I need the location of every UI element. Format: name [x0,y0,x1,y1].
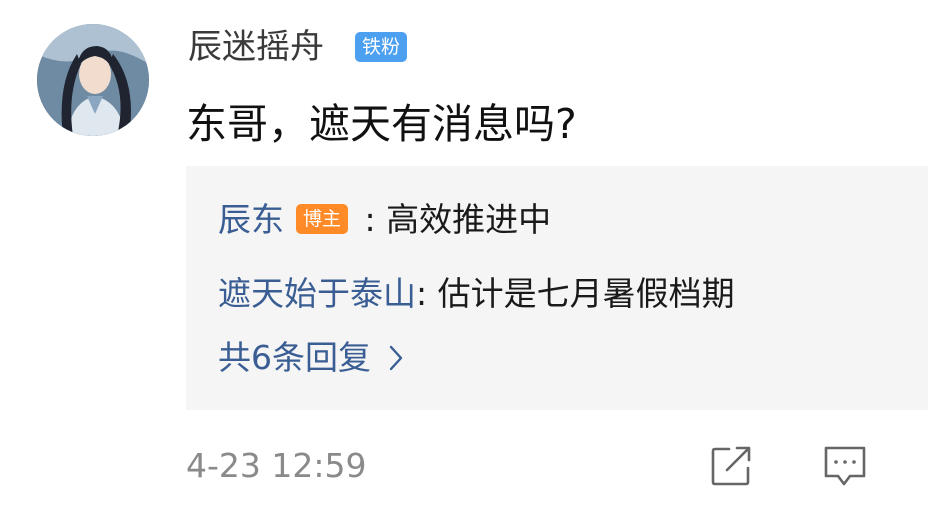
reply-text: 估计是七月暑假档期 [437,274,735,313]
comment-icon[interactable] [822,444,868,488]
avatar[interactable] [37,24,149,136]
username[interactable]: 辰迷摇舟 [188,22,324,72]
reply-preview-box[interactable]: 辰东 博主 : 高效推进中 遮天始于泰山: 估计是七月暑假档期 共6条回复 [186,166,928,410]
reply-author[interactable]: 遮天始于泰山 [218,274,416,313]
timestamp: 4-23 12:59 [186,446,367,485]
comment-text: 东哥，遮天有消息吗? [186,100,577,148]
reply-separator: : [354,200,387,239]
reply-author[interactable]: 辰东 [218,200,284,239]
chevron-right-icon [389,345,403,371]
more-replies-link[interactable]: 共6条回复 [218,334,403,382]
more-replies-label: 共6条回复 [218,338,371,377]
reply-item[interactable]: 辰东 博主 : 高效推进中 [218,196,551,244]
reply-item[interactable]: 遮天始于泰山: 估计是七月暑假档期 [218,270,735,318]
avatar-image [37,24,149,136]
reply-text: 高效推进中 [386,200,552,239]
blogger-badge: 博主 [296,204,349,234]
reply-separator: : [416,274,438,313]
share-icon[interactable] [709,444,753,488]
fan-badge: 铁粉 [355,32,408,62]
